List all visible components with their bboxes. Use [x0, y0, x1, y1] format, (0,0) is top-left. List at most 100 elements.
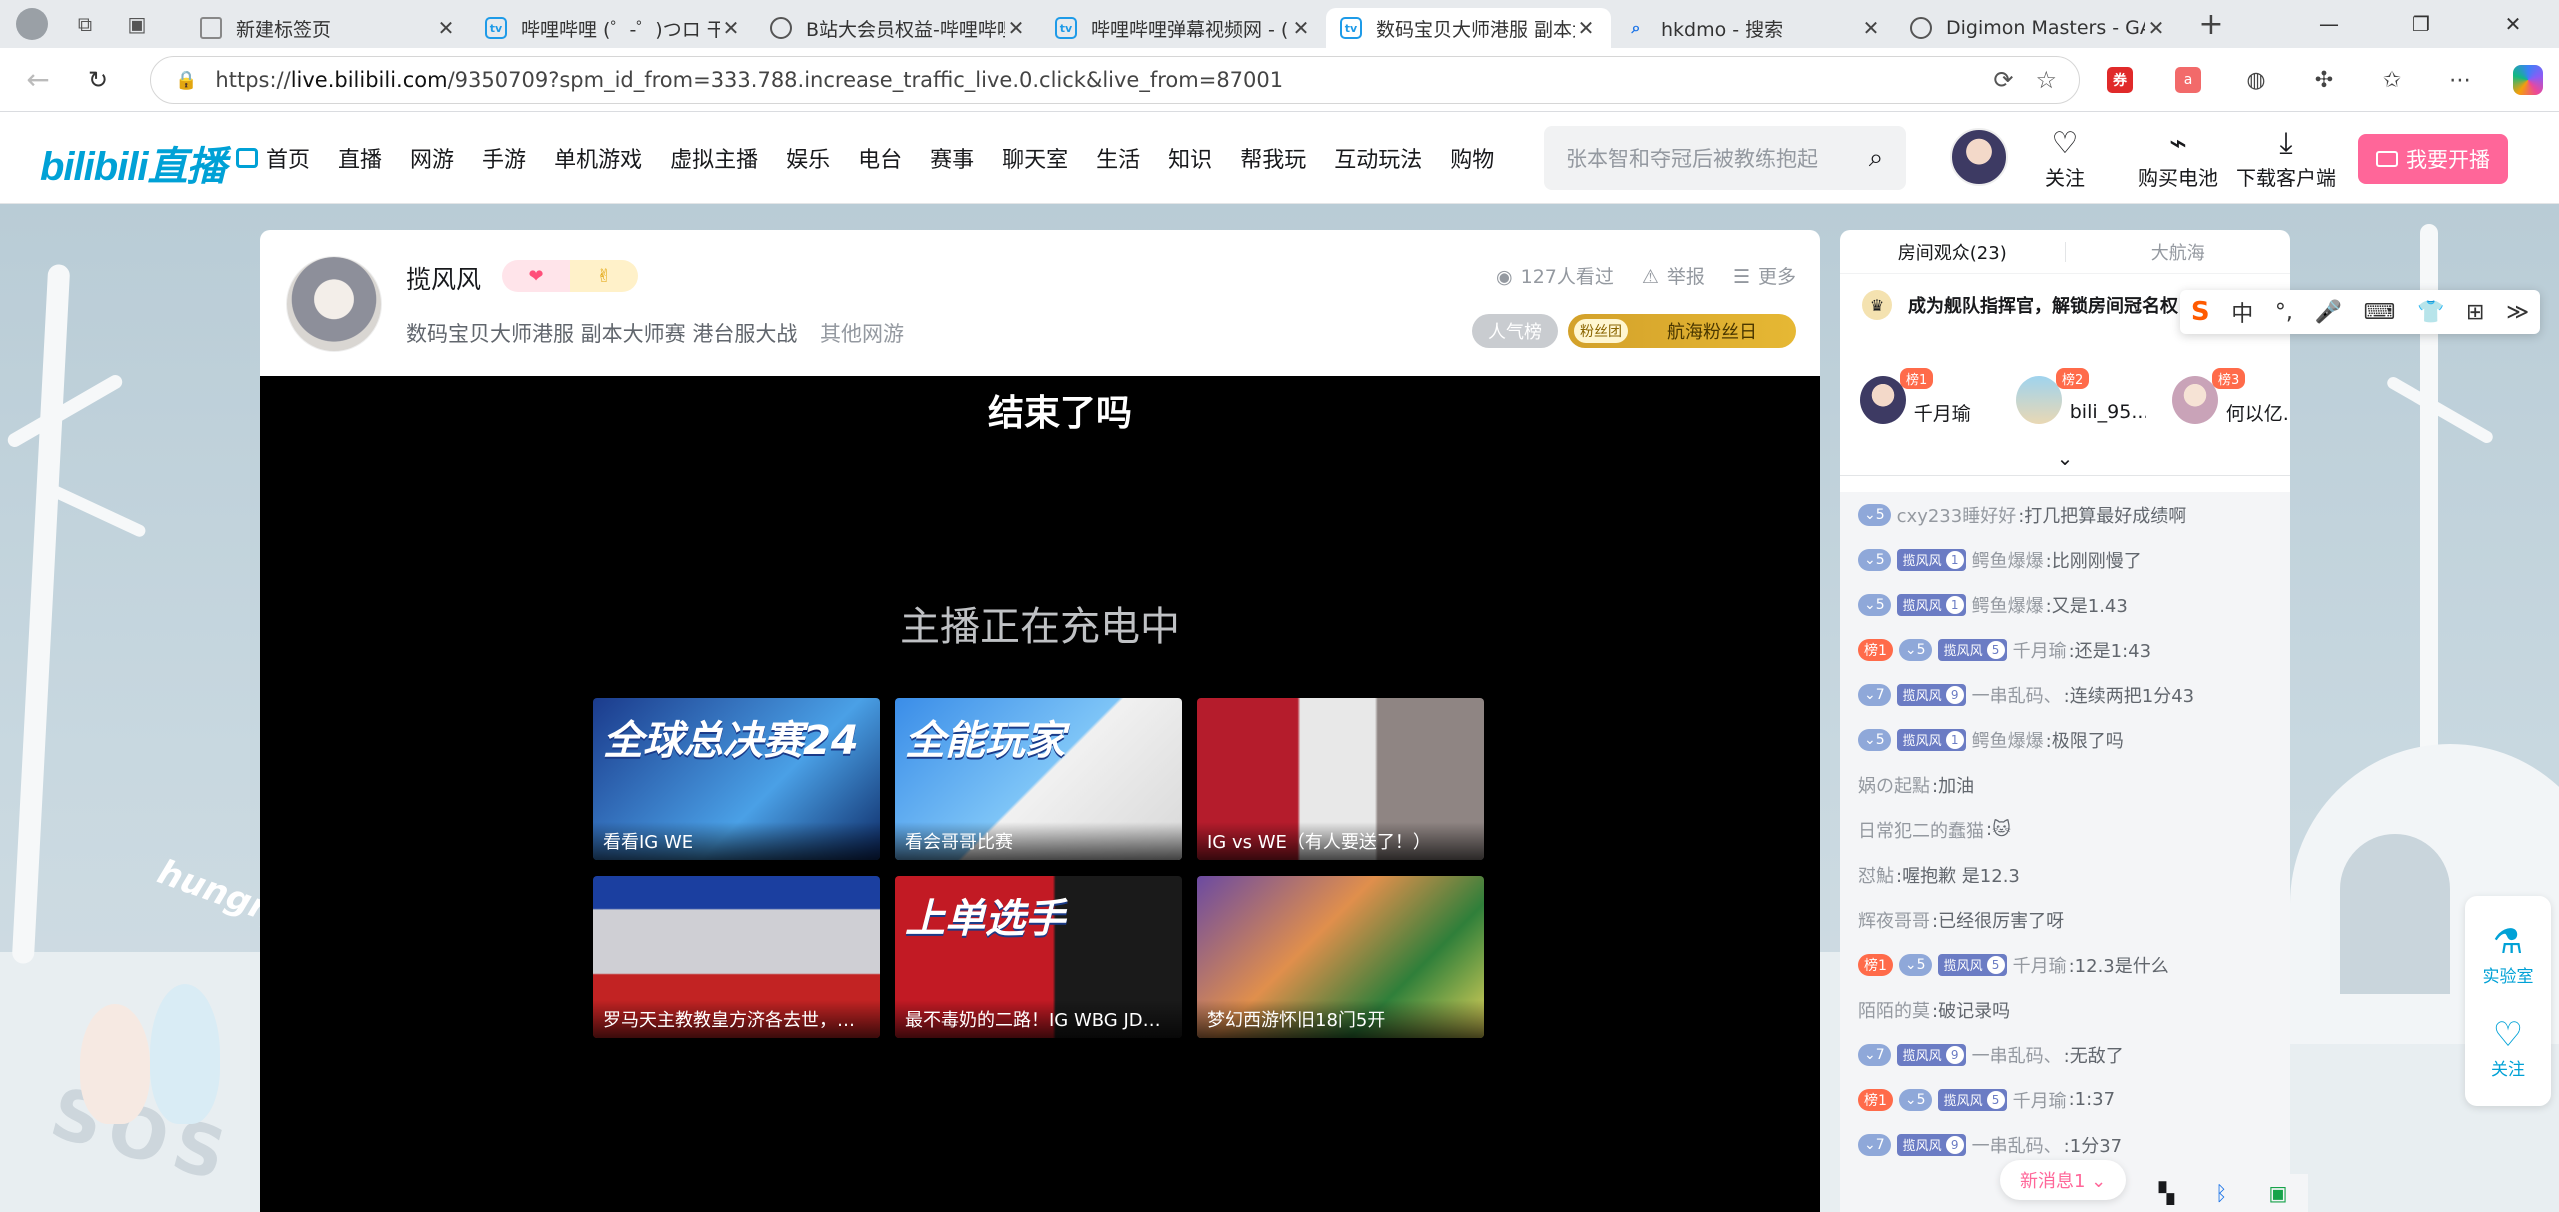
message-username[interactable]: 辉夜哥哥 [1858, 907, 1930, 933]
browser-tab[interactable]: tv 数码宝贝大师港服 副本大 ✕ [1326, 8, 1611, 48]
danmaku-message[interactable]: ⌄ 5 揽风风 1 鳄鱼爆爆:比刚刚慢了 [1858, 537, 2272, 582]
profile-icon[interactable] [16, 8, 48, 40]
fan-day-badge[interactable]: 粉丝团 航海粉丝日 [1568, 314, 1796, 348]
ime-chinese-toggle[interactable]: 中 [2231, 296, 2253, 328]
extension-red-icon[interactable]: 券 [2100, 60, 2140, 100]
tab-close-icon[interactable]: ✕ [1290, 16, 1312, 40]
nav-item[interactable]: 单机游戏 [540, 142, 656, 174]
browser-tab[interactable]: B站大会员权益-哔哩哔哩 ✕ [756, 8, 1041, 48]
nav-item[interactable]: 手游 [468, 142, 540, 174]
danmaku-message[interactable]: ⌄ 5 揽风风 1 鳄鱼爆爆:极限了吗 [1858, 717, 2272, 762]
chevron-down-icon[interactable]: ⌄ [1840, 446, 2290, 476]
message-username[interactable]: 怼鮎 [1858, 862, 1894, 888]
message-username[interactable]: cxy233睡好好 [1897, 502, 2017, 528]
browser-tab[interactable]: tv 哔哩哔哩弹幕视频网 - (✕ [1041, 8, 1326, 48]
tab-close-icon[interactable]: ✕ [720, 16, 742, 40]
message-username[interactable]: 陌陌的莫 [1858, 997, 1930, 1023]
nav-item[interactable]: 帮我玩 [1226, 142, 1320, 174]
copilot-icon[interactable] [2508, 60, 2548, 100]
user-avatar[interactable] [1950, 128, 2008, 186]
message-username[interactable]: 千月瑜 [2013, 952, 2067, 978]
tab-fleet[interactable]: 大航海 [2066, 239, 2291, 265]
nav-item[interactable]: 赛事 [916, 142, 988, 174]
nav-item[interactable]: 知识 [1154, 142, 1226, 174]
refresh-icon[interactable]: ↻ [78, 60, 118, 100]
recommend-card[interactable]: 全球总决赛24 看看IG WE [593, 698, 880, 860]
favorites-icon[interactable]: ✩ [2372, 60, 2412, 100]
streamer-name[interactable]: 揽风风 [406, 260, 481, 296]
message-username[interactable]: 鳄鱼爆爆 [1972, 592, 2044, 618]
report-button[interactable]: ⚠ 举报 [1642, 262, 1705, 289]
tab-close-icon[interactable]: ✕ [435, 16, 457, 40]
bluetooth-icon[interactable]: ᛒ [2215, 1181, 2227, 1205]
message-username[interactable]: 千月瑜 [2013, 1087, 2067, 1113]
message-username[interactable]: 一串乱码、 [1972, 682, 2062, 708]
message-username[interactable]: 娲の起點 [1858, 772, 1930, 798]
heart-badge-icon[interactable]: ❤ [502, 260, 570, 292]
new-tab-button[interactable]: + [2191, 4, 2231, 44]
lock-icon[interactable]: 🔒 [175, 70, 197, 91]
restore-icon[interactable]: ❐ [2375, 0, 2467, 48]
recommend-card[interactable]: 梦幻西游怀旧18门5开 [1197, 876, 1484, 1038]
tab-audience[interactable]: 房间观众(23) [1840, 239, 2065, 265]
nav-item[interactable]: 聊天室 [988, 142, 1082, 174]
nav-item[interactable]: 娱乐 [772, 142, 844, 174]
search-icon[interactable]: ⌕ [1846, 143, 1906, 174]
follow-float-button[interactable]: ♡ 关注 [2491, 1015, 2525, 1080]
go-live-button[interactable]: 我要开播 [2358, 134, 2508, 184]
message-username[interactable]: 日常犯二的蠢猫 [1858, 817, 1984, 843]
search-input[interactable]: 张本智和夺冠后被教练抱起 [1566, 143, 1846, 173]
top-contributor[interactable]: 榜1 千月瑜 [1860, 354, 1990, 446]
tab-close-icon[interactable]: ✕ [1575, 16, 1597, 40]
punctuation-icon[interactable]: °, [2275, 300, 2293, 325]
browser-tab[interactable]: 新建标签页 ✕ [186, 8, 471, 48]
danmaku-message[interactable]: 陌陌的莫:破记录吗 [1858, 987, 2272, 1032]
message-username[interactable]: 一串乱码、 [1972, 1042, 2062, 1068]
danmaku-message[interactable]: ⌄ 5 揽风风 1 鳄鱼爆爆:又是1.43 [1858, 582, 2272, 627]
nav-item[interactable]: 直播 [324, 142, 396, 174]
new-messages-button[interactable]: 新消息1 ⌄ [2000, 1160, 2127, 1200]
danmaku-message[interactable]: 娲の起點:加油 [1858, 762, 2272, 807]
back-icon[interactable]: ← [18, 60, 58, 100]
extension-blue-icon[interactable]: ◍ [2236, 60, 2276, 100]
recommend-card[interactable]: 上单选手 最不毒奶的二路！IG WBG JD… [895, 876, 1182, 1038]
video-player[interactable]: 结束了吗 主播正在充电中 全球总决赛24 看看IG WE 全能玩家 看会哥哥比赛 IG … [260, 376, 1820, 1212]
extension-pink-icon[interactable]: a [2168, 60, 2208, 100]
ime-more-icon[interactable]: ≫ [2506, 300, 2529, 325]
translate-icon[interactable]: ⟳ [1993, 66, 2013, 94]
streamer-avatar[interactable] [286, 256, 382, 352]
favorite-star-icon[interactable]: ☆ [2035, 66, 2057, 94]
nav-item[interactable]: 首页 [222, 142, 324, 174]
nav-item[interactable]: 电台 [844, 142, 916, 174]
extensions-puzzle-icon[interactable]: ✣ [2304, 60, 2344, 100]
nav-item[interactable]: 生活 [1082, 142, 1154, 174]
tab-close-icon[interactable]: ✕ [2145, 16, 2167, 40]
microphone-icon[interactable]: 🎤 [2314, 300, 2341, 325]
minimize-icon[interactable]: — [2283, 0, 2375, 48]
room-area-link[interactable]: 其他网游 [820, 318, 904, 348]
lab-button[interactable]: ⚗ 实验室 [2483, 922, 2534, 987]
message-username[interactable]: 千月瑜 [2013, 637, 2067, 663]
address-bar[interactable]: 🔒 https://live.bilibili.com/9350709?spm_… [150, 56, 2080, 104]
danmaku-message[interactable]: 怼鮎:喔抱歉 是12.3 [1858, 852, 2272, 897]
nav-item[interactable]: 虚拟主播 [656, 142, 772, 174]
follow-button[interactable]: ♡ 关注 [2045, 126, 2085, 191]
danmaku-list[interactable]: ⌄ 5 cxy233睡好好:打几把算最好成绩啊 ⌄ 5 揽风风 1 鳄鱼爆爆:比刚刚慢了 ⌄… [1840, 492, 2290, 1212]
sogou-icon[interactable]: S [2191, 297, 2210, 327]
nav-item[interactable]: 网游 [396, 142, 468, 174]
browser-tab[interactable]: ⌕ hkdmo - 搜索 ✕ [1611, 8, 1896, 48]
nav-item[interactable]: 互动玩法 [1320, 142, 1436, 174]
tab-actions-icon[interactable]: ▣ [122, 9, 152, 39]
danmaku-message[interactable]: ⌄ 7 揽风风 9 一串乱码、:无敌了 [1858, 1032, 2272, 1077]
danmaku-message[interactable]: 榜1 ⌄ 5 揽风风 5 千月瑜:12.3是什么 [1858, 942, 2272, 987]
bilibili-live-logo[interactable]: bilibili直播 [40, 134, 227, 192]
recommend-card[interactable]: IG vs WE（有人要送了！） [1197, 698, 1484, 860]
popularity-badge[interactable]: 人气榜 [1472, 314, 1558, 348]
danmaku-message[interactable]: 榜1 ⌄ 5 揽风风 5 千月瑜:1:37 [1858, 1077, 2272, 1122]
skin-icon[interactable]: 👕 [2417, 300, 2444, 325]
hand-badge-icon[interactable]: ✌ [570, 260, 638, 292]
close-window-icon[interactable]: ✕ [2467, 0, 2559, 48]
more-menu-icon[interactable]: ⋯ [2440, 60, 2480, 100]
browser-tab[interactable]: Digimon Masters - GAME✕ [1896, 8, 2181, 48]
keyboard-icon[interactable]: ⌨ [2364, 300, 2396, 325]
